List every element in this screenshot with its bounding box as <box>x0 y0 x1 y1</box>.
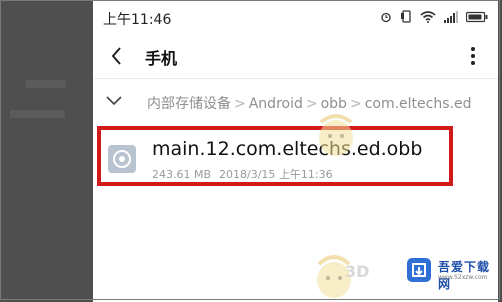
background-panel <box>0 0 93 302</box>
watermark-mascot-icon <box>319 114 353 156</box>
file-time: 上午11:36 <box>278 168 333 181</box>
breadcrumb-item[interactable]: com.eltechs.ed <box>365 96 472 112</box>
site-logo-icon <box>407 258 431 282</box>
vibrate-icon <box>401 10 411 23</box>
file-name: main.12.com.eltechs.ed.obb <box>152 138 423 160</box>
file-icon <box>108 145 136 173</box>
breadcrumb-path: 内部存储设备 > Android > obb > com.eltechs.ed <box>147 93 471 113</box>
watermark-3d-text: 3D <box>345 262 370 281</box>
back-icon[interactable] <box>107 44 127 68</box>
file-meta: 243.61 MB 2018/3/15 上午11:36 <box>152 166 333 182</box>
divider <box>93 78 498 79</box>
site-url: www.52xzw.com <box>438 274 488 281</box>
file-size: 243.61 MB <box>152 168 212 181</box>
background-text-blur <box>26 80 66 88</box>
breadcrumb-separator: > <box>234 96 246 112</box>
wifi-icon <box>420 10 436 23</box>
breadcrumb: 内部存储设备 > Android > obb > com.eltechs.ed <box>93 86 498 116</box>
background-text-blur <box>10 110 65 118</box>
site-watermark-badge: 吾爱下载网 www.52xzw.com <box>400 254 498 291</box>
breadcrumb-item[interactable]: 内部存储设备 <box>147 96 231 112</box>
breadcrumb-item[interactable]: Android <box>249 96 303 112</box>
alarm-icon <box>381 12 391 22</box>
file-list-item[interactable]: main.12.com.eltechs.ed.obb 243.61 MB 2018… <box>97 126 453 186</box>
file-date: 2018/3/15 <box>219 168 276 181</box>
status-icons <box>380 10 488 23</box>
page-title: 手机 <box>145 49 178 68</box>
status-bar: 上午11:46 <box>93 0 498 34</box>
battery-icon <box>466 11 488 22</box>
signal-icon <box>444 10 458 23</box>
title-bar: 手机 <box>93 34 498 78</box>
more-vertical-icon[interactable] <box>468 45 478 67</box>
chevron-down-icon[interactable] <box>105 95 123 107</box>
status-time: 上午11:46 <box>103 12 172 28</box>
